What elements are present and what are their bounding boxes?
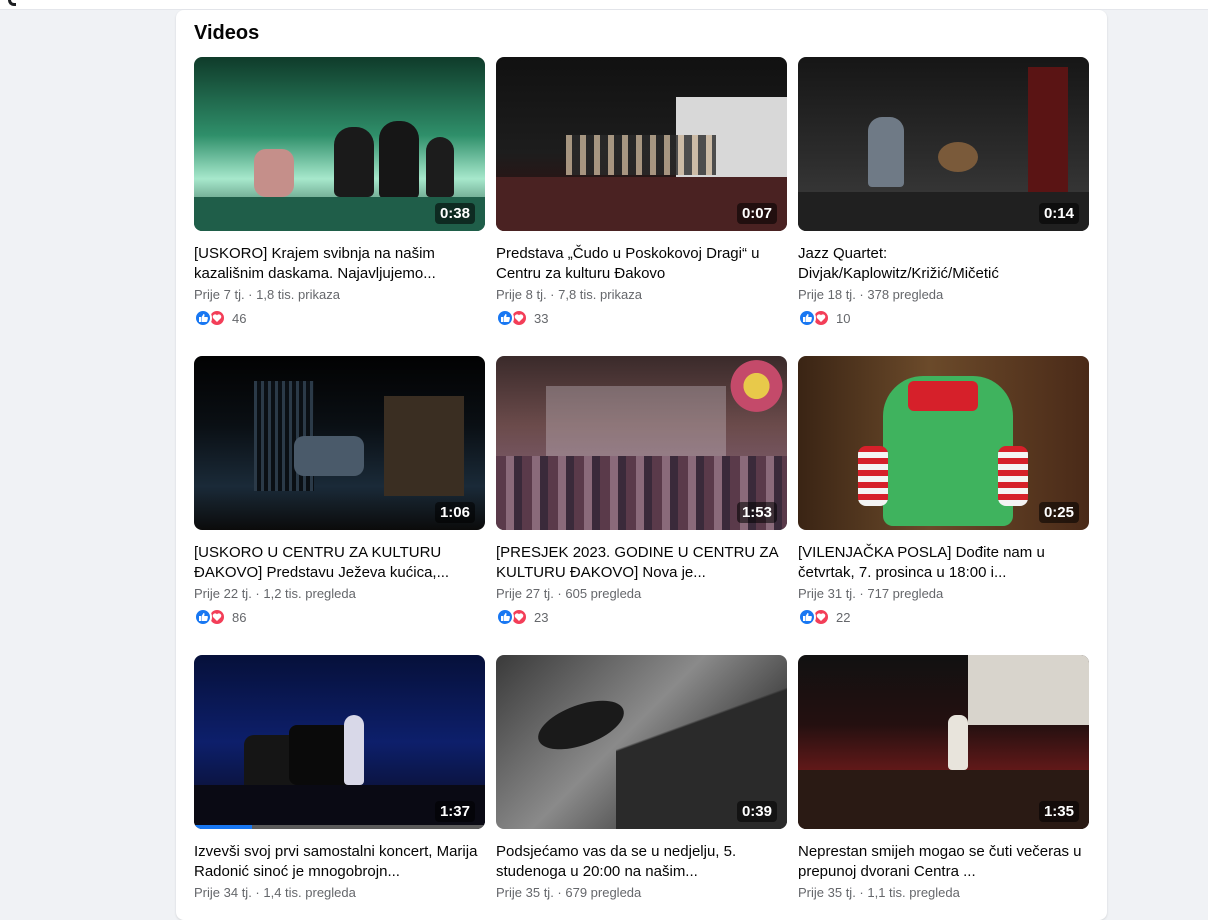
video-meta: Prije 34 tj. · 1,4 tis. pregleda bbox=[194, 885, 356, 900]
video-meta: Prije 18 tj. · 378 pregleda bbox=[798, 287, 944, 302]
video-duration: 1:37 bbox=[434, 801, 475, 822]
video-item[interactable]: 0:14 Jazz Quartet: Divjak/Kaplowitz/Križ… bbox=[798, 57, 1089, 356]
video-duration: 1:53 bbox=[736, 502, 777, 523]
video-item[interactable]: 0:39 Podsjećamo vas da se u nedjelju, 5.… bbox=[496, 655, 787, 920]
watch-progress-bar bbox=[194, 825, 485, 829]
reaction-count: 33 bbox=[534, 310, 549, 326]
video-duration: 0:14 bbox=[1038, 203, 1079, 224]
video-duration: 1:35 bbox=[1038, 801, 1079, 822]
video-item[interactable]: 1:53 [PRESJEK 2023. GODINE U CENTRU ZA K… bbox=[496, 356, 787, 655]
videos-card: Videos 0:38 [USKORO] Krajem svibnja na n… bbox=[176, 10, 1107, 920]
video-grid: 0:38 [USKORO] Krajem svibnja na našim ka… bbox=[194, 57, 1090, 920]
video-meta: Prije 35 tj. · 679 pregleda bbox=[496, 885, 642, 900]
video-thumbnail[interactable]: 1:53 bbox=[496, 356, 787, 530]
thumbs-up-icon bbox=[194, 309, 212, 327]
thumbs-up-icon bbox=[798, 309, 816, 327]
thumbs-up-icon bbox=[496, 309, 514, 327]
video-title[interactable]: [PRESJEK 2023. GODINE U CENTRU ZA KULTUR… bbox=[496, 543, 787, 583]
video-meta: Prije 8 tj. · 7,8 tis. prikaza bbox=[496, 287, 642, 302]
reaction-summary[interactable]: 46 bbox=[194, 309, 485, 327]
video-meta: Prije 7 tj. · 1,8 tis. prikaza bbox=[194, 287, 340, 302]
top-bar bbox=[0, 0, 1208, 10]
video-meta: Prije 35 tj. · 1,1 tis. pregleda bbox=[798, 885, 960, 900]
reaction-count: 46 bbox=[232, 310, 247, 326]
thumbs-up-icon bbox=[194, 608, 212, 626]
video-item[interactable]: 1:35 Neprestan smijeh mogao se čuti veče… bbox=[798, 655, 1089, 920]
video-duration: 1:06 bbox=[434, 502, 475, 523]
video-title[interactable]: [VILENJAČKA POSLA] Dođite nam u četvrtak… bbox=[798, 543, 1089, 583]
video-item[interactable]: 1:06 [USKORO U CENTRU ZA KULTURU ĐAKOVO]… bbox=[194, 356, 485, 655]
video-meta: Prije 31 tj. · 717 pregleda bbox=[798, 586, 944, 601]
watch-progress-fill bbox=[194, 825, 253, 829]
reaction-summary[interactable]: 86 bbox=[194, 608, 485, 626]
video-thumbnail[interactable]: 0:25 bbox=[798, 356, 1089, 530]
thumbs-up-icon bbox=[798, 608, 816, 626]
reaction-count: 22 bbox=[836, 609, 851, 625]
video-item[interactable]: 0:07 Predstava „Čudo u Poskokovoj Dragi“… bbox=[496, 57, 787, 356]
video-thumbnail[interactable]: 1:37 bbox=[194, 655, 485, 829]
reaction-count: 10 bbox=[836, 310, 851, 326]
video-duration: 0:07 bbox=[736, 203, 777, 224]
video-title[interactable]: Neprestan smijeh mogao se čuti večeras u… bbox=[798, 842, 1089, 882]
video-meta: Prije 22 tj. · 1,2 tis. pregleda bbox=[194, 586, 356, 601]
video-item[interactable]: 1:37 Izvevši svoj prvi samostalni koncer… bbox=[194, 655, 485, 920]
video-title[interactable]: Predstava „Čudo u Poskokovoj Dragi“ u Ce… bbox=[496, 244, 787, 284]
video-thumbnail[interactable]: 0:39 bbox=[496, 655, 787, 829]
video-thumbnail[interactable]: 0:14 bbox=[798, 57, 1089, 231]
menu-corner-icon bbox=[8, 0, 16, 6]
reaction-summary[interactable]: 22 bbox=[798, 608, 1089, 626]
thumbs-up-icon bbox=[496, 608, 514, 626]
reaction-summary[interactable]: 23 bbox=[496, 608, 787, 626]
video-thumbnail[interactable]: 1:06 bbox=[194, 356, 485, 530]
video-meta: Prije 27 tj. · 605 pregleda bbox=[496, 586, 642, 601]
video-title[interactable]: [USKORO] Krajem svibnja na našim kazališ… bbox=[194, 244, 485, 284]
reaction-count: 86 bbox=[232, 609, 247, 625]
video-duration: 0:39 bbox=[736, 801, 777, 822]
video-thumbnail[interactable]: 0:07 bbox=[496, 57, 787, 231]
video-thumbnail[interactable]: 0:38 bbox=[194, 57, 485, 231]
section-title: Videos bbox=[194, 22, 260, 44]
video-title[interactable]: [USKORO U CENTRU ZA KULTURU ĐAKOVO] Pred… bbox=[194, 543, 485, 583]
reaction-summary[interactable]: 10 bbox=[798, 309, 1089, 327]
video-title[interactable]: Podsjećamo vas da se u nedjelju, 5. stud… bbox=[496, 842, 787, 882]
reaction-summary[interactable]: 33 bbox=[496, 309, 787, 327]
video-item[interactable]: 0:38 [USKORO] Krajem svibnja na našim ka… bbox=[194, 57, 485, 356]
video-duration: 0:38 bbox=[434, 203, 475, 224]
reaction-count: 23 bbox=[534, 609, 549, 625]
video-thumbnail[interactable]: 1:35 bbox=[798, 655, 1089, 829]
video-title[interactable]: Jazz Quartet: Divjak/Kaplowitz/Križić/Mi… bbox=[798, 244, 1089, 284]
video-duration: 0:25 bbox=[1038, 502, 1079, 523]
video-title[interactable]: Izvevši svoj prvi samostalni koncert, Ma… bbox=[194, 842, 485, 882]
video-item[interactable]: 0:25 [VILENJAČKA POSLA] Dođite nam u čet… bbox=[798, 356, 1089, 655]
